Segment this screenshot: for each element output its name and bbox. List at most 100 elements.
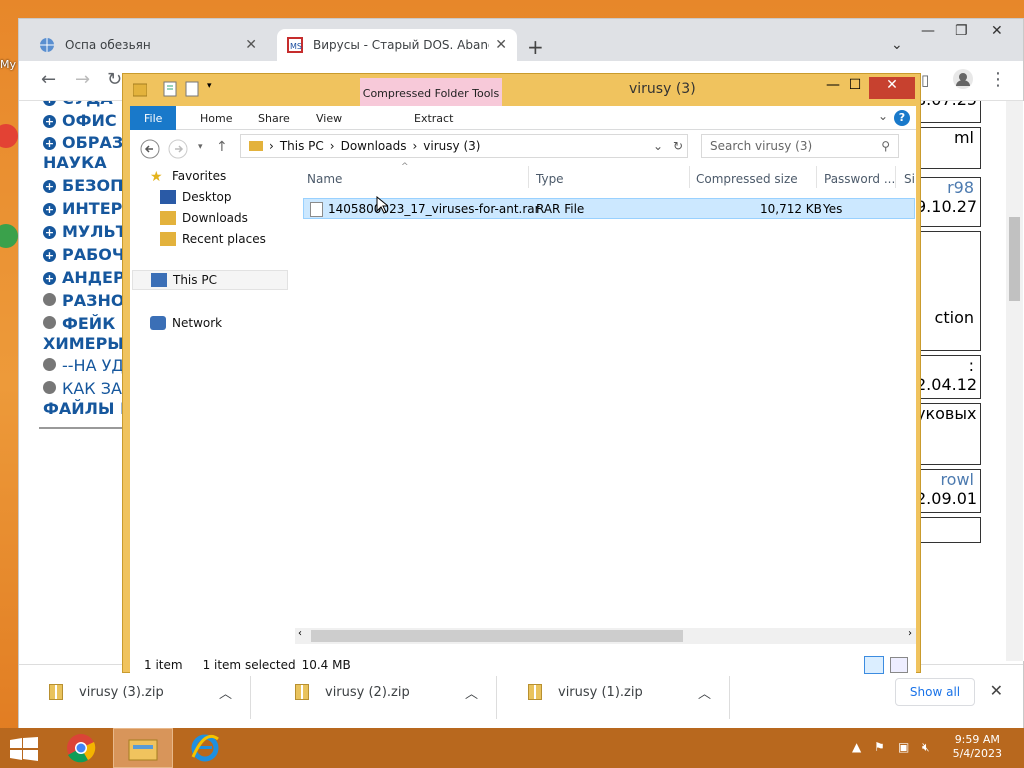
right-column-box[interactable]: ml [915,127,981,169]
new-folder-icon[interactable] [185,81,199,97]
column-separator[interactable] [816,166,817,188]
back-icon[interactable] [140,139,160,163]
tab-view[interactable]: View [302,106,356,130]
menu-item[interactable]: НАУКА [43,153,107,172]
horizontal-scrollbar[interactable]: ‹ › [295,628,916,644]
clock[interactable]: 9:59 AM 5/4/2023 [953,733,1002,761]
menu-item-label: НАУКА [43,153,107,172]
page-scrollbar[interactable] [1006,101,1023,661]
show-hidden-icons-icon[interactable]: ▲ [852,740,861,754]
nav-this-pc[interactable]: This PC [132,270,288,290]
show-all-button[interactable]: Show all [895,678,975,706]
column-name[interactable]: Name [307,172,342,186]
column-separator[interactable] [528,166,529,188]
tab-search-chevron-icon[interactable]: ⌄ [891,37,903,53]
tab-extract[interactable]: Extract [400,106,467,130]
right-column-box[interactable]: rowl 2.09.01 [915,469,981,513]
chevron-up-icon[interactable]: ︿ [465,683,478,702]
desktop-icon-label[interactable]: My [0,58,16,71]
address-dropdown-icon[interactable]: ⌄ [653,139,663,153]
menu-item[interactable]: + РАБОЧ [43,245,125,264]
right-column-box[interactable]: :2.04.12 [915,355,981,399]
back-icon[interactable]: ← [41,69,56,90]
right-column-box[interactable]: r98 9.10.27 [915,177,981,227]
new-tab-icon[interactable]: + [527,35,544,59]
tab-file[interactable]: File [130,106,177,130]
menu-item[interactable]: + МУЛЬТ [43,222,127,241]
column-password[interactable]: Password ... [824,172,895,186]
file-row[interactable]: 1405800023_17_viruses-for-ant.rar RAR Fi… [303,198,915,219]
volume-muted-icon[interactable]: 🔇︎ [922,740,930,755]
breadcrumb-this-pc[interactable]: This PC [280,139,324,153]
column-compressed-size[interactable]: Compressed size [696,172,798,186]
explorer-window: ▾ Compressed Folder Tools virusy (3) — ☐… [122,73,921,676]
chevron-up-icon[interactable]: ︿ [698,683,711,702]
action-center-flag-icon[interactable]: ⚑ [874,740,885,754]
recent-locations-icon[interactable]: ▾ [198,142,203,152]
column-separator[interactable] [895,166,896,188]
forward-icon[interactable] [168,139,188,163]
address-bar[interactable]: › This PC › Downloads › virusy (3) ⌄ ↻ [240,134,688,158]
minimize-icon[interactable]: — [921,23,935,39]
sidebar-icon[interactable]: ▯ [921,71,929,89]
close-window-icon[interactable]: ✕ [991,23,1003,39]
menu-item[interactable]: РАЗНО [43,291,124,310]
nav-downloads[interactable]: Downloads [160,208,248,228]
help-icon[interactable]: ? [894,110,910,126]
chevron-up-icon[interactable]: ︿ [219,683,232,702]
close-button[interactable]: ✕ [869,77,915,99]
close-download-bar-icon[interactable]: ✕ [990,681,1003,700]
forward-icon[interactable]: → [75,69,90,90]
nav-network[interactable]: Network [150,313,222,333]
tab-home[interactable]: Home [186,106,246,130]
nav-desktop[interactable]: Desktop [160,187,232,207]
search-icon[interactable]: ⚲ [881,139,890,153]
maximize-icon[interactable]: ❐ [955,23,968,39]
details-view-icon[interactable] [864,656,884,674]
reload-icon[interactable]: ↻ [107,69,122,90]
taskbar-chrome[interactable] [51,728,111,768]
windows-start-icon[interactable] [10,737,38,761]
right-column-box[interactable]: 8.07.25 [915,101,981,123]
clock-date: 5/4/2023 [952,747,1002,760]
tab-title: Оспа обезьян [65,38,151,52]
properties-icon[interactable] [163,81,177,97]
menu-item[interactable]: + АНДЕР [43,268,125,287]
refresh-icon[interactable]: ↻ [673,139,683,153]
column-type[interactable]: Type [536,172,564,186]
scroll-thumb[interactable] [311,630,683,642]
tab-viruses[interactable]: MS Вирусы - Старый DOS. Abandonware ✕ [277,29,517,61]
right-column-box[interactable]: уковых [915,403,981,465]
menu-icon[interactable]: ⋮ [989,69,1007,90]
breadcrumb-current[interactable]: virusy (3) [423,139,480,153]
explorer-titlebar[interactable]: ▾ Compressed Folder Tools virusy (3) — ☐… [123,74,920,108]
close-tab-icon[interactable]: ✕ [245,37,257,53]
profile-icon[interactable] [953,69,973,94]
customize-quick-access-icon[interactable]: ▾ [207,81,221,97]
menu-item[interactable]: + ОФИС [43,111,117,130]
search-box[interactable]: Search virusy (3) ⚲ [701,134,899,158]
close-tab-icon[interactable]: ✕ [495,37,507,53]
column-separator[interactable] [689,166,690,188]
scroll-thumb[interactable] [1009,217,1020,301]
column-size[interactable]: Si [904,172,915,186]
menu-item[interactable]: ФЕЙК [43,314,115,333]
right-column-box[interactable] [915,517,981,543]
tab-share[interactable]: Share [244,106,304,130]
expand-ribbon-icon[interactable]: ⌄ [878,109,888,123]
up-icon[interactable]: ↑ [216,139,228,155]
menu-item[interactable]: + СУДА [43,101,113,108]
menu-item[interactable]: КАК ЗАГ [43,379,132,398]
tab-monkeypox[interactable]: Оспа обезьян ✕ [29,29,267,61]
scroll-right-icon[interactable]: › [908,628,912,639]
menu-item[interactable]: ХИМЕРЫ [43,334,124,353]
large-icons-view-icon[interactable] [890,657,908,673]
nav-favorites[interactable]: ★ Favorites [150,166,226,186]
right-column-box[interactable]: ction [915,231,981,351]
taskbar-ie[interactable] [175,728,235,768]
scroll-left-icon[interactable]: ‹ [298,628,302,639]
breadcrumb-downloads[interactable]: Downloads [341,139,407,153]
taskbar-explorer[interactable] [113,728,173,768]
nav-recent-places[interactable]: Recent places [160,229,266,249]
network-tray-icon[interactable]: ▣ [898,740,909,754]
